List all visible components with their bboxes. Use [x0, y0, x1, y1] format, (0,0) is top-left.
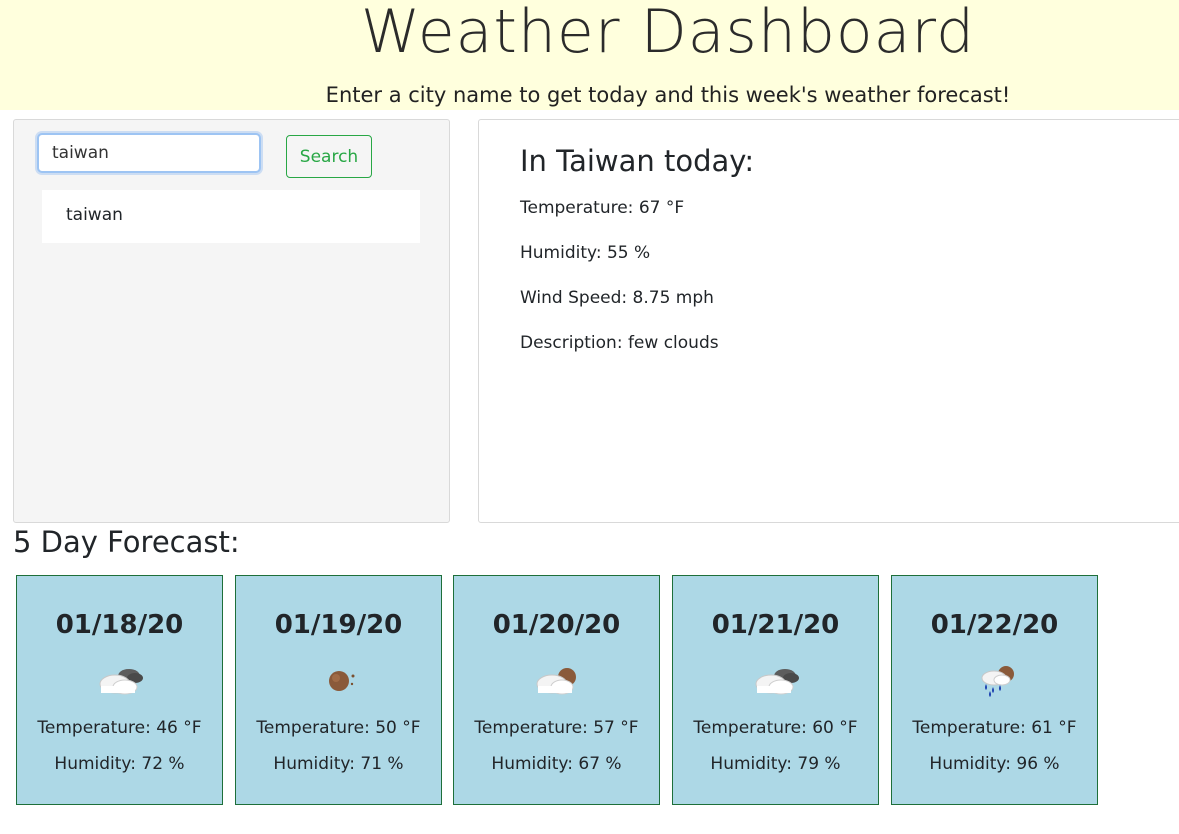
current-weather-panel: In Taiwan today: Temperature: 67 °F Humi…	[478, 119, 1179, 523]
forecast-card: 01/19/20 Temperature: 50 °F Humidity: 71…	[235, 575, 442, 805]
forecast-humidity: Humidity: 71 %	[273, 754, 404, 774]
forecast-humidity: Humidity: 96 %	[929, 754, 1060, 774]
forecast-humidity: Humidity: 72 %	[54, 754, 185, 774]
forecast-date: 01/21/20	[711, 610, 840, 640]
page-title: Weather Dashboard	[360, 0, 976, 67]
forecast-card: 01/18/20 Temperature: 46 °F Humidity: 72…	[16, 575, 223, 805]
broken-clouds-icon	[99, 669, 143, 695]
clear-night-icon	[329, 671, 355, 691]
forecast-card: 01/20/20 Temperature: 57 °F Humidity: 67…	[453, 575, 660, 805]
rain-night-icon	[981, 666, 1014, 697]
page-subtitle: Enter a city name to get today and this …	[325, 83, 1011, 107]
forecast-temperature: Temperature: 57 °F	[474, 718, 639, 738]
forecast-date: 01/20/20	[492, 610, 621, 640]
forecast-temperature: Temperature: 60 °F	[693, 718, 858, 738]
forecast-date: 01/18/20	[55, 610, 184, 640]
forecast-temperature: Temperature: 61 °F	[912, 718, 1077, 738]
city-search-input[interactable]	[37, 133, 261, 173]
current-description: Description: few clouds	[520, 333, 719, 353]
forecast-temperature: Temperature: 50 °F	[256, 718, 421, 738]
forecast-heading: 5 Day Forecast:	[13, 525, 240, 559]
current-weather-title: In Taiwan today:	[520, 144, 755, 178]
current-wind-speed: Wind Speed: 8.75 mph	[520, 288, 714, 308]
page-header: Weather Dashboard Enter a city name to g…	[0, 0, 1179, 110]
forecast-temperature: Temperature: 46 °F	[37, 718, 202, 738]
broken-clouds-icon	[755, 669, 799, 695]
few-clouds-night-icon	[536, 668, 576, 695]
search-button[interactable]: Search	[286, 135, 372, 178]
forecast-card: 01/22/20 Temperature: 61 °F Humidity: 96…	[891, 575, 1098, 805]
forecast-humidity: Humidity: 67 %	[491, 754, 622, 774]
forecast-humidity: Humidity: 79 %	[710, 754, 841, 774]
current-humidity: Humidity: 55 %	[520, 243, 651, 263]
current-temperature: Temperature: 67 °F	[520, 198, 685, 218]
forecast-date: 01/22/20	[930, 610, 1059, 640]
forecast-card: 01/21/20 Temperature: 60 °F Humidity: 79…	[672, 575, 879, 805]
search-panel: Search taiwan	[13, 119, 450, 523]
forecast-date: 01/19/20	[274, 610, 403, 640]
search-history-item[interactable]: taiwan	[42, 190, 420, 243]
